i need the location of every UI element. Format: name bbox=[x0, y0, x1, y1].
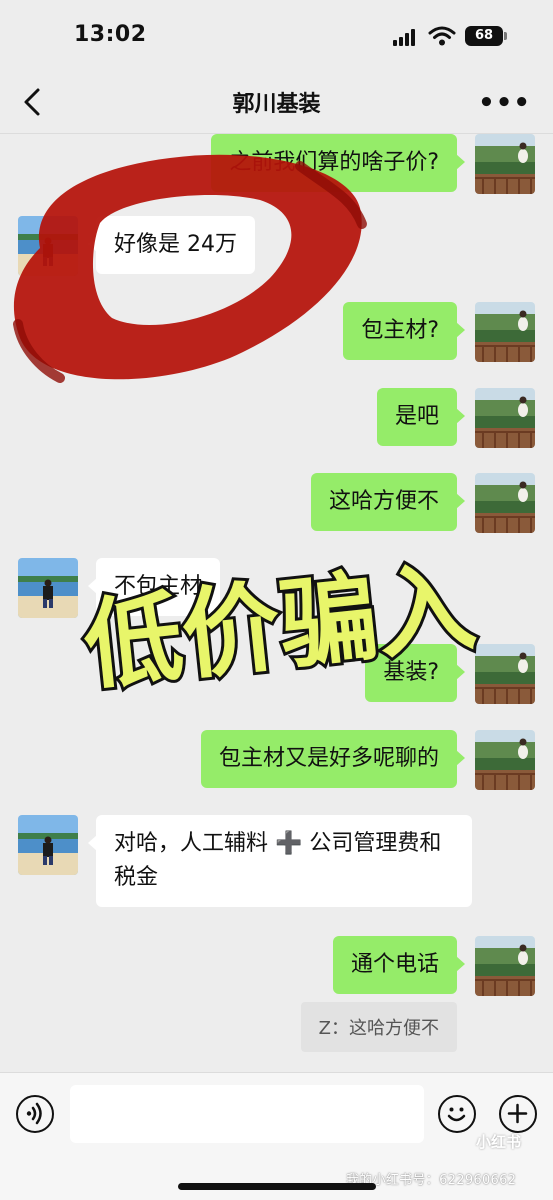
status-time: 13:02 bbox=[74, 22, 147, 47]
quoted-reply[interactable]: Z：这哈方便不 bbox=[300, 1002, 457, 1052]
status-bar: 13:02 68 bbox=[0, 0, 553, 72]
avatar[interactable] bbox=[475, 936, 535, 996]
message-bubble[interactable]: 对哈，人工辅料 ➕ 公司管理费和税金 bbox=[88, 815, 472, 907]
avatar[interactable] bbox=[18, 558, 78, 618]
emoji-icon[interactable] bbox=[438, 1095, 476, 1133]
message-bubble[interactable]: 好像是 24万 bbox=[88, 216, 255, 274]
message-row: 基装? bbox=[365, 644, 535, 704]
message-bubble[interactable]: 这哈方便不 bbox=[310, 473, 466, 531]
more-icon[interactable]: ••• bbox=[478, 90, 531, 116]
message-row: 是吧 bbox=[376, 388, 535, 448]
message-bubble[interactable]: 包主材? bbox=[343, 302, 465, 360]
message-bubble[interactable]: 通个电话 bbox=[332, 936, 466, 994]
voice-icon[interactable] bbox=[16, 1095, 54, 1133]
input-bar: 小红书 我的小红书号：622960662 bbox=[0, 1072, 553, 1200]
avatar[interactable] bbox=[18, 216, 78, 276]
message-bubble[interactable]: 不包主材 bbox=[87, 558, 221, 616]
message-input[interactable] bbox=[70, 1085, 424, 1143]
avatar[interactable] bbox=[475, 134, 535, 194]
home-indicator bbox=[178, 1183, 376, 1190]
message-bubble[interactable]: 基装? bbox=[365, 644, 465, 702]
message-row: 包主材又是好多呢聊的 bbox=[200, 730, 535, 790]
message-row: 好像是 24万 bbox=[18, 216, 255, 276]
message-row: 包主材? bbox=[343, 302, 535, 362]
plus-icon[interactable] bbox=[499, 1095, 537, 1133]
avatar[interactable] bbox=[475, 644, 535, 704]
wifi-icon bbox=[428, 26, 456, 46]
signal-icon bbox=[393, 28, 419, 46]
message-row: 通个电话 bbox=[332, 936, 535, 996]
message-row: 之前我们算的啥子价? bbox=[211, 134, 535, 194]
message-bubble[interactable]: 之前我们算的啥子价? bbox=[211, 134, 465, 192]
avatar[interactable] bbox=[18, 815, 78, 875]
message-row: 不包主材 bbox=[18, 558, 221, 618]
message-row: 对哈，人工辅料 ➕ 公司管理费和税金 bbox=[18, 815, 472, 907]
avatar[interactable] bbox=[475, 388, 535, 448]
avatar[interactable] bbox=[475, 730, 535, 790]
avatar[interactable] bbox=[475, 302, 535, 362]
battery-indicator: 68 bbox=[465, 26, 507, 46]
message-bubble[interactable]: 是吧 bbox=[376, 388, 466, 446]
watermark-logo: 小红书 bbox=[476, 1133, 522, 1151]
chat-header: 郭川基装 ••• bbox=[0, 72, 553, 134]
message-bubble[interactable]: 包主材又是好多呢聊的 bbox=[200, 730, 466, 788]
chat-title: 郭川基装 bbox=[232, 92, 321, 117]
avatar[interactable] bbox=[475, 473, 535, 533]
message-row: 这哈方便不 bbox=[310, 473, 535, 533]
